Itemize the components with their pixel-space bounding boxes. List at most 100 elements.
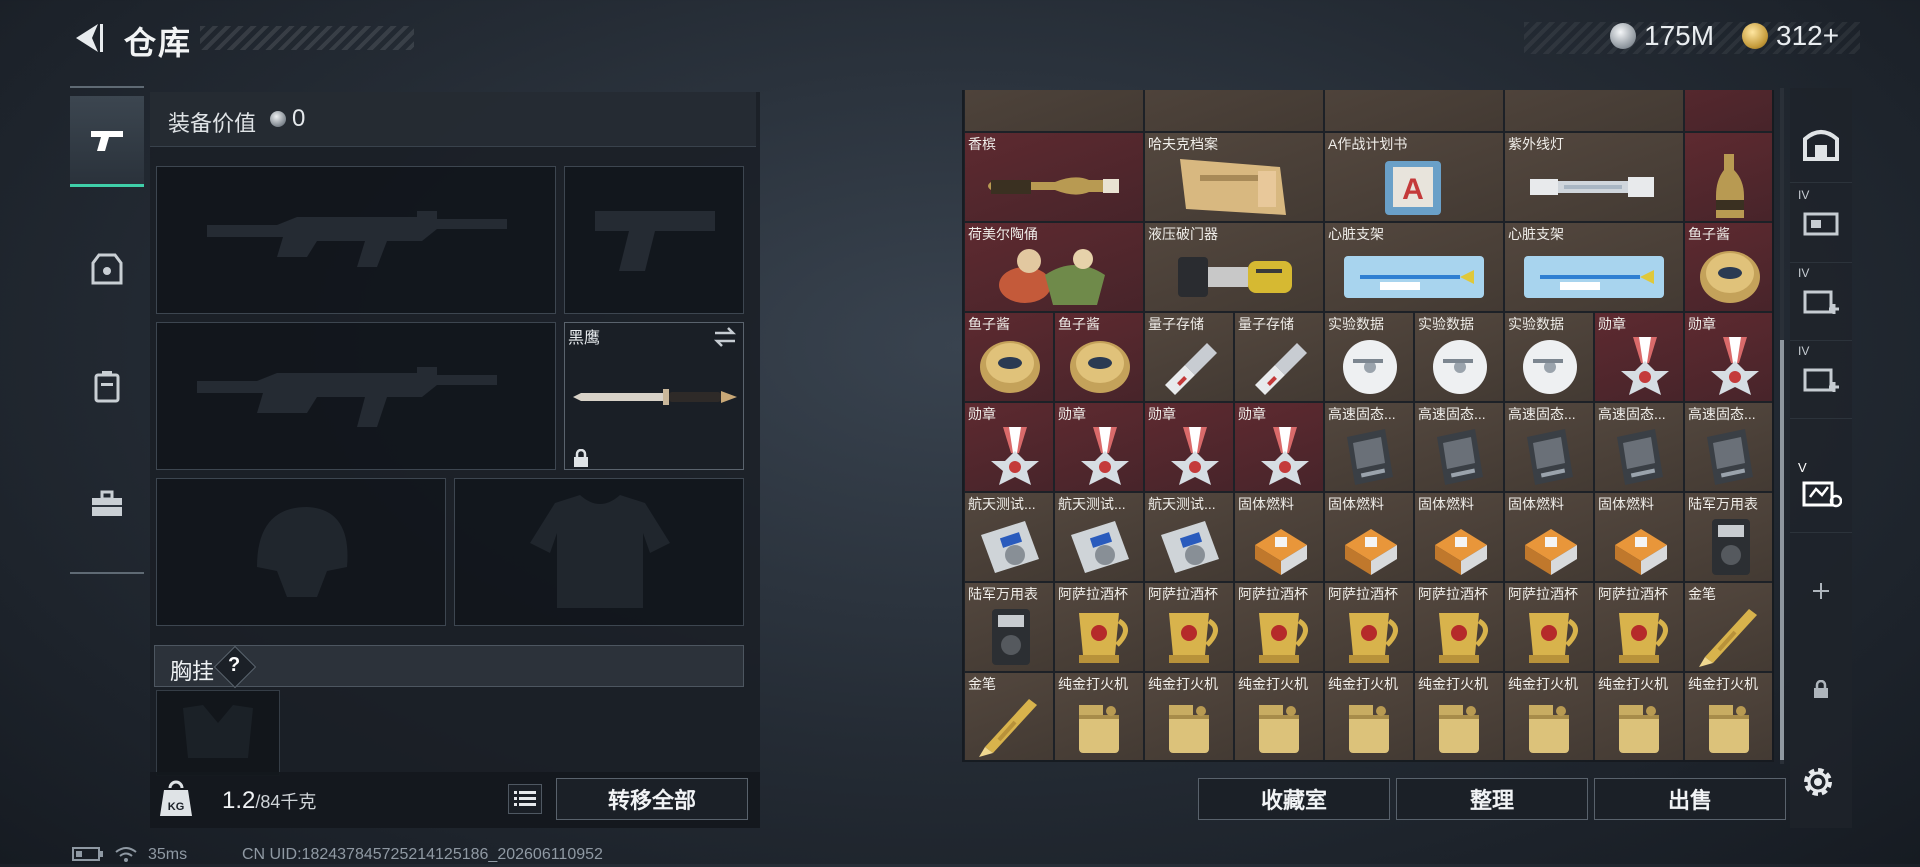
warehouse-item[interactable]: 阿萨拉酒杯 (1144, 582, 1234, 672)
warehouse-item[interactable]: 航天测试... (1054, 492, 1144, 582)
add-storage-button[interactable] (1790, 552, 1852, 630)
warehouse-item[interactable]: 阿萨拉酒杯 (1324, 582, 1414, 672)
locked-storage-button[interactable] (1790, 650, 1852, 728)
grid-cell-partial[interactable] (1504, 90, 1684, 132)
grid-cell-partial[interactable] (1684, 90, 1772, 132)
primary-weapon-slot[interactable] (156, 166, 556, 314)
warehouse-item[interactable]: 陆军万用表 (964, 582, 1054, 672)
sell-button[interactable]: 出售 (1594, 778, 1786, 820)
warehouse-item[interactable]: 哈夫克档案 (1144, 132, 1324, 222)
tab-storage-3[interactable]: IV (1790, 340, 1852, 419)
item-name: 鱼子酱 (968, 316, 1010, 332)
warehouse-item[interactable]: 心脏支架 (1504, 222, 1684, 312)
transfer-all-button[interactable]: 转移全部 (556, 778, 748, 820)
help-question-icon[interactable]: ? (228, 654, 240, 677)
helmet-slot[interactable] (156, 478, 446, 626)
warehouse-item[interactable] (1684, 132, 1772, 222)
silver-coin-icon (1610, 23, 1636, 49)
warehouse-item[interactable]: 纯金打火机 (1324, 672, 1414, 760)
warehouse-item[interactable]: 金笔 (1684, 582, 1772, 672)
grid-cell-partial[interactable] (964, 90, 1144, 132)
warehouse-item[interactable]: 量子存储 (1234, 312, 1324, 402)
warehouse-item[interactable]: 高速固态... (1504, 402, 1594, 492)
pistol-slot[interactable] (564, 166, 744, 314)
secondary-weapon-slot[interactable] (156, 322, 556, 470)
warehouse-item[interactable]: 鱼子酱 (964, 312, 1054, 402)
sort-button[interactable]: 整理 (1396, 778, 1588, 820)
warehouse-item[interactable]: A作战计划书 A (1324, 132, 1504, 222)
armor-slot[interactable] (454, 478, 744, 626)
tab-storage-selected[interactable]: V (1790, 454, 1852, 533)
warehouse-item[interactable]: 高速固态... (1594, 402, 1684, 492)
knife-icon (573, 389, 737, 405)
warehouse-item[interactable]: 勋章 (1684, 312, 1772, 402)
warehouse-item[interactable]: 纯金打火机 (1144, 672, 1234, 760)
warehouse-item[interactable]: 固体燃料 (1594, 492, 1684, 582)
item-name: 阿萨拉酒杯 (1598, 586, 1668, 602)
warehouse-item[interactable]: 勋章 (1234, 402, 1324, 492)
page-title: 仓库 (124, 25, 193, 61)
tab-storage-2[interactable]: IV (1790, 262, 1852, 341)
swap-icon[interactable] (713, 327, 737, 347)
back-arrow-icon[interactable] (68, 18, 108, 58)
warehouse-item[interactable]: 荷美尔陶俑 (964, 222, 1144, 312)
title-decoration (200, 26, 414, 50)
warehouse-item[interactable]: 勋章 (1054, 402, 1144, 492)
warehouse-item[interactable]: 鱼子酱 (1054, 312, 1144, 402)
warehouse-item[interactable]: 金笔 (964, 672, 1054, 760)
settings-gear-icon[interactable] (1798, 762, 1838, 802)
warehouse-item[interactable]: 高速固态... (1684, 402, 1772, 492)
grid-cell-partial[interactable] (1324, 90, 1504, 132)
collection-room-button[interactable]: 收藏室 (1198, 778, 1390, 820)
tab-storage-1[interactable]: IV (1790, 184, 1852, 263)
tab-weapons[interactable] (70, 96, 144, 187)
warehouse-item[interactable]: 高速固态... (1414, 402, 1504, 492)
warehouse-item[interactable]: 紫外线灯 (1504, 132, 1684, 222)
equipment-value-label: 装备价值 (168, 111, 257, 136)
tab-backpack[interactable] (70, 342, 144, 430)
item-name: 鱼子酱 (1058, 316, 1100, 332)
warehouse-item[interactable]: 固体燃料 (1414, 492, 1504, 582)
warehouse-item[interactable]: 航天测试... (964, 492, 1054, 582)
warehouse-item[interactable]: 纯金打火机 (1414, 672, 1504, 760)
warehouse-item[interactable]: 固体燃料 (1504, 492, 1594, 582)
item-name: 哈夫克档案 (1148, 136, 1218, 152)
lock-icon (1814, 680, 1828, 698)
warehouse-item[interactable]: 阿萨拉酒杯 (1414, 582, 1504, 672)
warehouse-item[interactable]: 纯金打火机 (1684, 672, 1772, 760)
chest-rig-slot[interactable] (156, 690, 280, 776)
warehouse-item[interactable]: 阿萨拉酒杯 (1234, 582, 1324, 672)
warehouse-item[interactable]: 实验数据 (1504, 312, 1594, 402)
warehouse-scroll-thumb[interactable] (1780, 340, 1784, 760)
tab-case[interactable] (70, 460, 144, 548)
warehouse-item[interactable]: 勋章 (1144, 402, 1234, 492)
warehouse-item[interactable]: 液压破门器 (1144, 222, 1324, 312)
warehouse-item[interactable]: 勋章 (964, 402, 1054, 492)
warehouse-item[interactable]: 阿萨拉酒杯 (1594, 582, 1684, 672)
warehouse-item[interactable]: 实验数据 (1414, 312, 1504, 402)
grid-cell-partial[interactable] (1144, 90, 1324, 132)
warehouse-item[interactable]: 鱼子酱 (1684, 222, 1772, 312)
tab-armor[interactable] (70, 226, 144, 314)
list-view-button[interactable] (508, 784, 542, 814)
warehouse-item[interactable]: 量子存储 (1144, 312, 1234, 402)
warehouse-item[interactable]: 纯金打火机 (1234, 672, 1324, 760)
warehouse-item[interactable]: 实验数据 (1324, 312, 1414, 402)
warehouse-item[interactable]: 固体燃料 (1324, 492, 1414, 582)
tab-safehouse[interactable] (1790, 104, 1852, 183)
warehouse-item[interactable]: 固体燃料 (1234, 492, 1324, 582)
warehouse-item[interactable]: 纯金打火机 (1594, 672, 1684, 760)
tab-level-label: IV (1798, 344, 1810, 358)
warehouse-item[interactable]: 阿萨拉酒杯 (1504, 582, 1594, 672)
warehouse-item[interactable]: 陆军万用表 (1684, 492, 1772, 582)
warehouse-item[interactable]: 纯金打火机 (1504, 672, 1594, 760)
gold-currency[interactable]: 312+ (1742, 20, 1839, 52)
warehouse-item[interactable]: 阿萨拉酒杯 (1054, 582, 1144, 672)
warehouse-item[interactable]: 香槟 (964, 132, 1144, 222)
warehouse-item[interactable]: 航天测试... (1144, 492, 1234, 582)
warehouse-item[interactable]: 纯金打火机 (1054, 672, 1144, 760)
warehouse-item[interactable]: 勋章 (1594, 312, 1684, 402)
warehouse-item[interactable]: 心脏支架 (1324, 222, 1504, 312)
briefcase-icon (92, 490, 122, 516)
warehouse-item[interactable]: 高速固态... (1324, 402, 1414, 492)
